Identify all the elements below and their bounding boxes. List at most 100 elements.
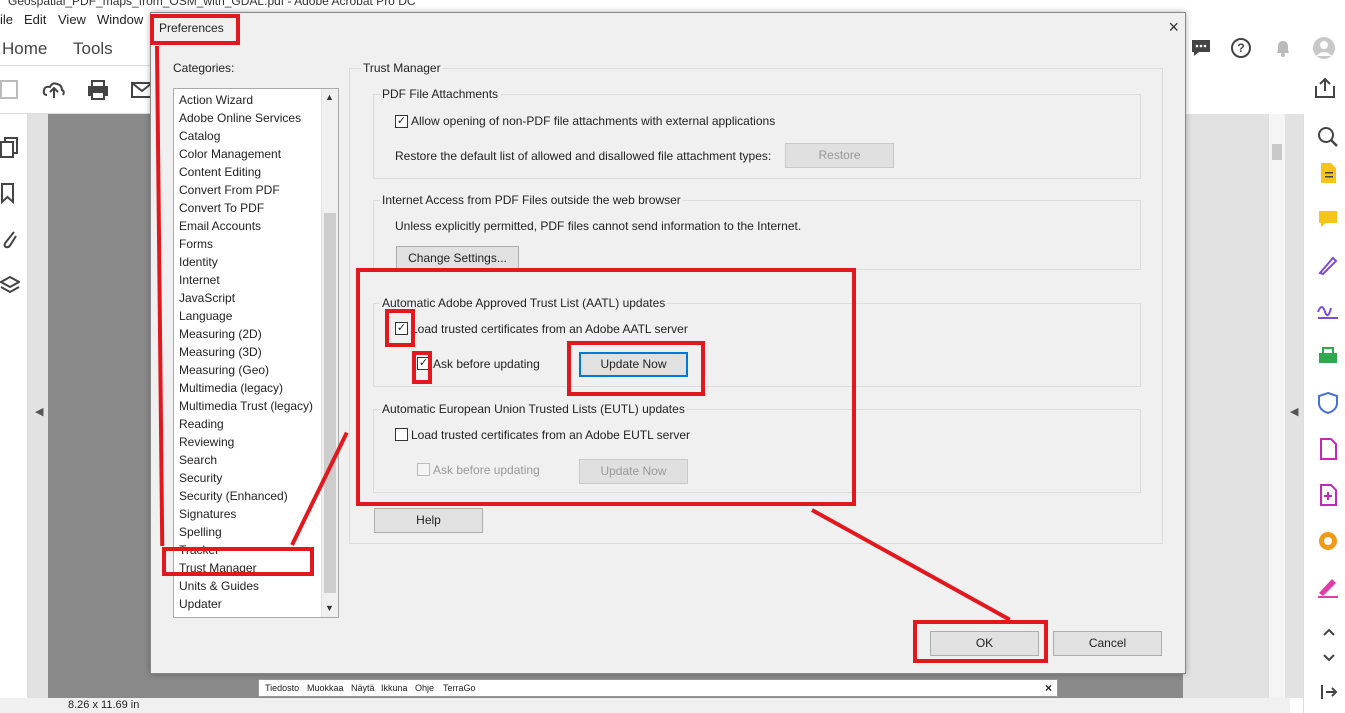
allow-attachments-label: Allow opening of non-PDF file attachment… bbox=[411, 114, 776, 128]
bookmark-icon[interactable] bbox=[0, 182, 16, 204]
cloud-upload-icon[interactable] bbox=[42, 78, 66, 102]
category-item[interactable]: Reading bbox=[179, 415, 224, 433]
scroll-up-icon[interactable] bbox=[1322, 624, 1336, 640]
category-item[interactable]: Measuring (2D) bbox=[179, 325, 262, 343]
share-icon[interactable] bbox=[1313, 76, 1337, 100]
create-pdf-icon[interactable] bbox=[1315, 482, 1341, 508]
embedded-window-menubar: Tiedosto Muokkaa Näytä Ikkuna Ohje Terra… bbox=[258, 679, 1058, 697]
annotation-box-preferences bbox=[150, 14, 240, 45]
export-pdf-icon[interactable] bbox=[1315, 160, 1341, 186]
category-item[interactable]: Identity bbox=[179, 253, 218, 271]
organize-pages-icon[interactable] bbox=[1315, 436, 1341, 462]
page-size: 8.26 x 11.69 in bbox=[68, 699, 140, 711]
menu-file[interactable]: ile bbox=[0, 12, 13, 27]
category-item[interactable]: Convert From PDF bbox=[179, 181, 280, 199]
category-item[interactable]: Reviewing bbox=[179, 433, 234, 451]
menu-view[interactable]: View bbox=[58, 12, 86, 27]
annotation-box-ok bbox=[913, 620, 1048, 663]
print-production-icon[interactable] bbox=[1315, 344, 1341, 370]
attachment-icon[interactable] bbox=[0, 226, 18, 250]
help-icon[interactable]: ? bbox=[1230, 37, 1252, 59]
menu-tiedosto[interactable]: Tiedosto bbox=[265, 683, 299, 693]
left-navigation-rail bbox=[0, 114, 28, 704]
svg-text:?: ? bbox=[1237, 41, 1244, 55]
annotation-box-ask-checkbox bbox=[412, 351, 432, 384]
layers-icon[interactable] bbox=[0, 274, 20, 298]
pdf-attachments-title: PDF File Attachments bbox=[380, 87, 501, 101]
category-item[interactable]: Measuring (Geo) bbox=[179, 361, 269, 379]
tab-tools[interactable]: Tools bbox=[73, 39, 113, 59]
comment-icon[interactable] bbox=[1315, 206, 1341, 232]
print-icon[interactable] bbox=[86, 79, 110, 101]
help-button[interactable]: Help bbox=[374, 508, 483, 533]
category-item[interactable]: Security (Enhanced) bbox=[179, 487, 288, 505]
category-item[interactable]: Security bbox=[179, 469, 222, 487]
menu-ikkuna[interactable]: Ikkuna bbox=[381, 683, 408, 693]
menu-edit[interactable]: Edit bbox=[24, 12, 46, 27]
scroll-down-icon[interactable] bbox=[1322, 650, 1336, 666]
category-item[interactable]: Multimedia (legacy) bbox=[179, 379, 283, 397]
avatar[interactable] bbox=[1312, 36, 1336, 60]
categories-scroll-thumb[interactable] bbox=[324, 213, 336, 593]
internet-access-text: Unless explicitly permitted, PDF files c… bbox=[395, 219, 802, 233]
category-item[interactable]: Adobe Online Services bbox=[179, 109, 301, 127]
category-item[interactable]: Content Editing bbox=[179, 163, 261, 181]
category-item[interactable]: Updater bbox=[179, 595, 222, 613]
category-item[interactable]: Measuring (3D) bbox=[179, 343, 262, 361]
pdf-attachments-group bbox=[373, 94, 1141, 179]
categories-scrollbar[interactable]: ▲ ▼ bbox=[321, 89, 338, 617]
category-item[interactable]: Language bbox=[179, 307, 232, 325]
menu-muokkaa[interactable]: Muokkaa bbox=[307, 683, 344, 693]
document-scroll-thumb[interactable] bbox=[1272, 144, 1282, 160]
restore-text: Restore the default list of allowed and … bbox=[395, 149, 772, 163]
allow-attachments-checkbox[interactable]: ✓ bbox=[395, 115, 408, 128]
fill-sign-icon[interactable] bbox=[1315, 252, 1341, 278]
categories-label: Categories: bbox=[173, 61, 235, 75]
scroll-down-arrow-icon[interactable]: ▼ bbox=[325, 603, 334, 613]
save-icon[interactable] bbox=[0, 79, 20, 101]
category-item[interactable]: Internet bbox=[179, 271, 220, 289]
category-item[interactable]: Search bbox=[179, 451, 217, 469]
category-item[interactable]: Email Accounts bbox=[179, 217, 261, 235]
category-item[interactable]: Spelling bbox=[179, 523, 222, 541]
tab-row: Home Tools bbox=[0, 32, 160, 66]
category-item[interactable]: Color Management bbox=[179, 145, 281, 163]
menu-bar: ile Edit View Window bbox=[0, 10, 160, 32]
left-panel-collapse-icon[interactable]: ◀ bbox=[35, 405, 43, 418]
notification-bell-icon[interactable] bbox=[1273, 38, 1293, 58]
category-item[interactable]: Multimedia Trust (legacy) bbox=[179, 397, 313, 415]
annotation-box-aatl-checkbox bbox=[385, 309, 415, 347]
annotation-box-trust-manager bbox=[162, 547, 314, 576]
category-item[interactable]: Action Wizard bbox=[179, 91, 253, 109]
right-panel-collapse-icon[interactable]: ◀ bbox=[1290, 405, 1298, 418]
menu-nayta[interactable]: Näytä bbox=[351, 683, 375, 693]
app-title-bar: Geospatial_PDF_maps_from_OSM_with_GDAL.p… bbox=[0, 0, 1345, 12]
signature-icon[interactable] bbox=[1315, 298, 1341, 324]
zoom-icon[interactable] bbox=[1315, 124, 1341, 150]
menu-window[interactable]: Window bbox=[97, 12, 143, 27]
comment-bubble-icon[interactable] bbox=[1190, 37, 1212, 59]
pages-icon[interactable] bbox=[0, 136, 20, 160]
document-scrollbar[interactable] bbox=[1268, 114, 1285, 698]
optimize-icon[interactable] bbox=[1315, 528, 1341, 554]
protect-icon[interactable] bbox=[1315, 390, 1341, 416]
category-item[interactable]: Catalog bbox=[179, 127, 220, 145]
categories-list[interactable]: Action Wizard Adobe Online Services Catalo… bbox=[173, 88, 339, 618]
category-item[interactable]: Signatures bbox=[179, 505, 236, 523]
embedded-close-icon[interactable]: × bbox=[1045, 681, 1052, 695]
edit-pen-icon[interactable] bbox=[1315, 574, 1341, 600]
menu-ohje[interactable]: Ohje bbox=[415, 683, 434, 693]
category-item[interactable]: Convert To PDF bbox=[179, 199, 264, 217]
check-icon: ✓ bbox=[396, 115, 407, 127]
menu-terrago[interactable]: TerraGo bbox=[443, 683, 476, 693]
restore-button[interactable]: Restore bbox=[785, 143, 894, 168]
scroll-up-arrow-icon[interactable]: ▲ bbox=[325, 92, 334, 102]
category-item[interactable]: Forms bbox=[179, 235, 213, 253]
tab-home[interactable]: Home bbox=[2, 39, 47, 59]
cancel-button[interactable]: Cancel bbox=[1053, 631, 1162, 656]
collapse-pane-icon[interactable] bbox=[1320, 684, 1338, 703]
close-icon[interactable]: × bbox=[1168, 17, 1179, 38]
toolbar bbox=[0, 66, 160, 114]
category-item[interactable]: JavaScript bbox=[179, 289, 235, 307]
category-item[interactable]: Units & Guides bbox=[179, 577, 259, 595]
